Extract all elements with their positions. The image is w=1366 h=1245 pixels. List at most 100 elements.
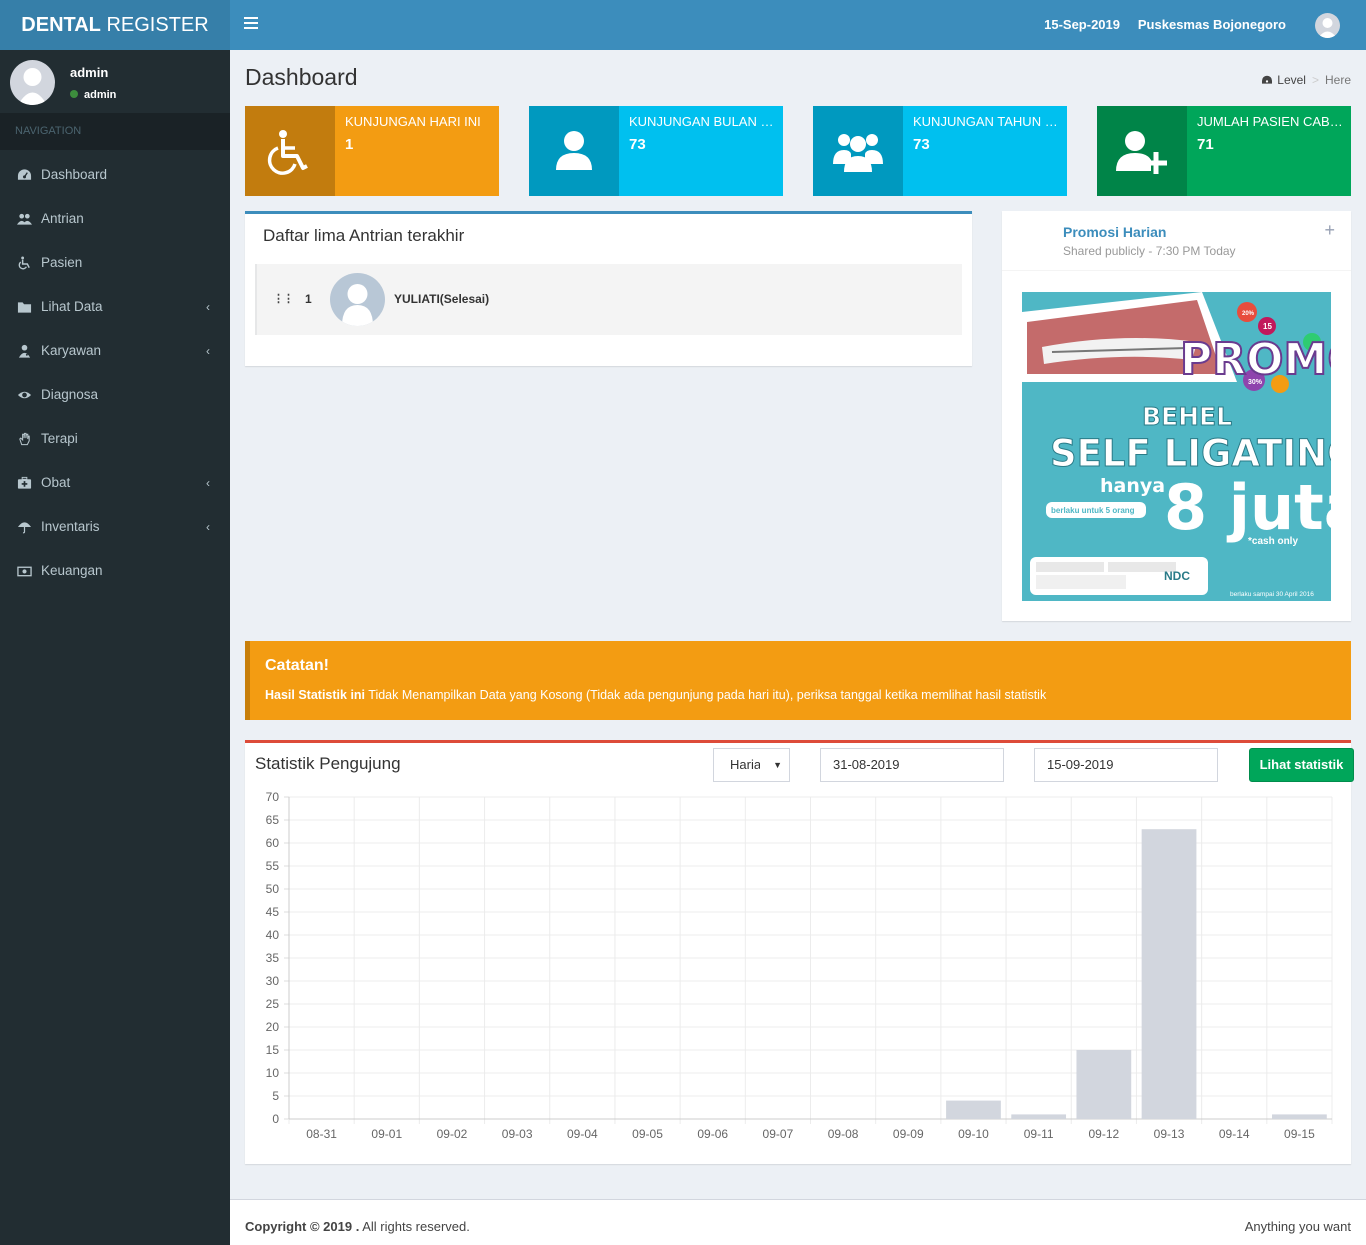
y-tick-label: 70 xyxy=(266,790,280,804)
promo-box: Promosi Harian Shared publicly - 7:30 PM… xyxy=(1002,211,1351,621)
sidebar-item-label: Dashboard xyxy=(41,167,108,182)
user-icon xyxy=(529,106,619,196)
user-plus-icon xyxy=(1097,106,1187,196)
brand-logo[interactable]: DENTAL REGISTER xyxy=(0,0,230,50)
y-tick-label: 40 xyxy=(266,928,280,942)
y-tick-label: 5 xyxy=(272,1089,279,1103)
sidebar-item-label: Terapi xyxy=(41,431,78,446)
sidebar-item-dashboard[interactable]: Dashboard xyxy=(0,153,230,197)
info-box-value: 1 xyxy=(345,136,354,153)
chart-bar xyxy=(1076,1050,1132,1119)
user-name: admin xyxy=(70,65,109,80)
y-tick-label: 20 xyxy=(266,1020,280,1034)
sidebar-toggle-icon[interactable] xyxy=(244,17,258,33)
x-tick-label: 09-08 xyxy=(828,1127,859,1141)
sidebar-item-obat[interactable]: Obat ‹ xyxy=(0,461,230,505)
sidebar-item-label: Lihat Data xyxy=(41,299,103,314)
x-tick-label: 09-11 xyxy=(1024,1127,1054,1141)
avatar xyxy=(330,273,385,326)
info-box-value: 71 xyxy=(1197,136,1214,153)
x-tick-label: 09-14 xyxy=(1219,1127,1250,1141)
header-location[interactable]: Puskesmas Bojonegoro xyxy=(1138,17,1286,32)
sidebar-item-label: Inventaris xyxy=(41,519,100,534)
svg-text:berlaku untuk 5 orang: berlaku untuk 5 orang xyxy=(1051,506,1135,515)
x-tick-label: 09-15 xyxy=(1284,1127,1315,1141)
chart-bar xyxy=(1141,829,1197,1119)
period-select[interactable]: Harian▼ xyxy=(713,748,790,782)
sidebar-item-karyawan[interactable]: Karyawan ‹ xyxy=(0,329,230,373)
x-tick-label: 08-31 xyxy=(306,1127,337,1141)
sidebar-item-label: Pasien xyxy=(41,255,83,270)
statistics-box: Statistik Pengujung Harian▼ 31-08-2019 1… xyxy=(245,740,1354,1164)
date-to-input[interactable]: 15-09-2019 xyxy=(1034,748,1218,782)
user-status: admin xyxy=(70,89,116,101)
medkit-icon xyxy=(17,476,32,489)
sidebar-item-terapi[interactable]: Terapi xyxy=(0,417,230,461)
info-box-value: 73 xyxy=(913,136,930,153)
user-avatar xyxy=(10,60,55,105)
y-tick-label: 35 xyxy=(266,951,280,965)
sidebar-item-inventaris[interactable]: Inventaris ‹ xyxy=(0,505,230,549)
sidebar-item-lihat-data[interactable]: Lihat Data ‹ xyxy=(0,285,230,329)
folder-icon xyxy=(17,302,32,313)
queue-number: 1 xyxy=(305,292,312,306)
footer: Copyright © 2019 . All rights reserved. … xyxy=(230,1199,1366,1245)
promo-image[interactable]: 20% 15 30% PROMO BEHEL SELF LIGATING han… xyxy=(1022,292,1331,601)
sidebar-item-label: Obat xyxy=(41,475,71,490)
header-avatar[interactable] xyxy=(1315,13,1340,38)
x-tick-label: 09-01 xyxy=(371,1127,402,1141)
x-tick-label: 09-02 xyxy=(437,1127,468,1141)
promo-title[interactable]: Promosi Harian xyxy=(1063,224,1166,240)
sidebar-menu: Dashboard Antrian Pasien Lihat Data ‹ Ka… xyxy=(0,153,230,593)
svg-text:8 juta: 8 juta xyxy=(1164,471,1331,544)
sidebar-item-label: Karyawan xyxy=(41,343,102,358)
queue-patient-name: YULIATI(Selesai) xyxy=(394,292,490,306)
x-tick-label: 09-07 xyxy=(763,1127,794,1141)
sidebar-item-label: Antrian xyxy=(41,211,84,226)
eye-icon xyxy=(17,391,32,399)
sidebar-item-antrian[interactable]: Antrian xyxy=(0,197,230,241)
statistics-title: Statistik Pengujung xyxy=(255,754,401,773)
x-tick-label: 09-09 xyxy=(893,1127,924,1141)
view-statistics-button[interactable]: Lihat statistik xyxy=(1249,748,1354,782)
queue-box: Daftar lima Antrian terakhir ⋮⋮ 1 YULIAT… xyxy=(245,211,972,366)
info-box-visits-today: KUNJUNGAN HARI INI 1 xyxy=(245,106,499,196)
y-tick-label: 10 xyxy=(266,1066,280,1080)
footer-right-text: Anything you want xyxy=(1244,1219,1351,1234)
hand-icon xyxy=(19,432,30,446)
x-tick-label: 09-05 xyxy=(632,1127,663,1141)
nav-header: NAVIGATION xyxy=(0,113,230,150)
sidebar-item-diagnosa[interactable]: Diagnosa xyxy=(0,373,230,417)
umbrella-icon xyxy=(17,522,32,534)
svg-text:*cash only: *cash only xyxy=(1248,536,1298,547)
callout-title: Catatan! xyxy=(265,657,330,674)
expand-plus-icon[interactable]: + xyxy=(1324,220,1335,241)
users-icon xyxy=(813,106,903,196)
y-tick-label: 0 xyxy=(272,1112,279,1126)
svg-text:20%: 20% xyxy=(1242,311,1255,317)
queue-box-title: Daftar lima Antrian terakhir xyxy=(263,226,465,245)
warning-callout: Catatan! Hasil Statistik ini Tidak Menam… xyxy=(245,641,1351,720)
date-from-input[interactable]: 31-08-2019 xyxy=(820,748,1004,782)
brand-light: REGISTER xyxy=(100,14,209,36)
breadcrumb-separator: > xyxy=(1311,73,1319,87)
sidebar-item-pasien[interactable]: Pasien xyxy=(0,241,230,285)
sidebar-item-label: Diagnosa xyxy=(41,387,99,402)
divider xyxy=(1002,270,1351,271)
caret-down-icon: ▼ xyxy=(773,760,782,770)
y-tick-label: 15 xyxy=(266,1043,280,1057)
info-box-label: JUMLAH PASIEN CABANG xyxy=(1197,114,1343,129)
list-item[interactable]: ⋮⋮ 1 YULIATI(Selesai) xyxy=(255,264,962,335)
y-tick-label: 50 xyxy=(266,882,280,896)
sidebar-item-keuangan[interactable]: Keuangan xyxy=(0,549,230,593)
breadcrumb-level[interactable]: Level xyxy=(1277,73,1306,87)
dashboard-icon xyxy=(1262,75,1273,84)
x-tick-label: 09-12 xyxy=(1088,1127,1119,1141)
drag-handle-icon[interactable]: ⋮⋮ xyxy=(273,292,294,305)
top-navbar: 15-Sep-2019 Puskesmas Bojonegoro xyxy=(230,0,1366,50)
sidebar-item-label: Keuangan xyxy=(41,563,103,578)
x-tick-label: 09-06 xyxy=(697,1127,728,1141)
brand-bold: DENTAL xyxy=(21,14,101,36)
wheelchair-icon xyxy=(245,106,335,196)
chevron-left-icon: ‹ xyxy=(206,476,210,490)
